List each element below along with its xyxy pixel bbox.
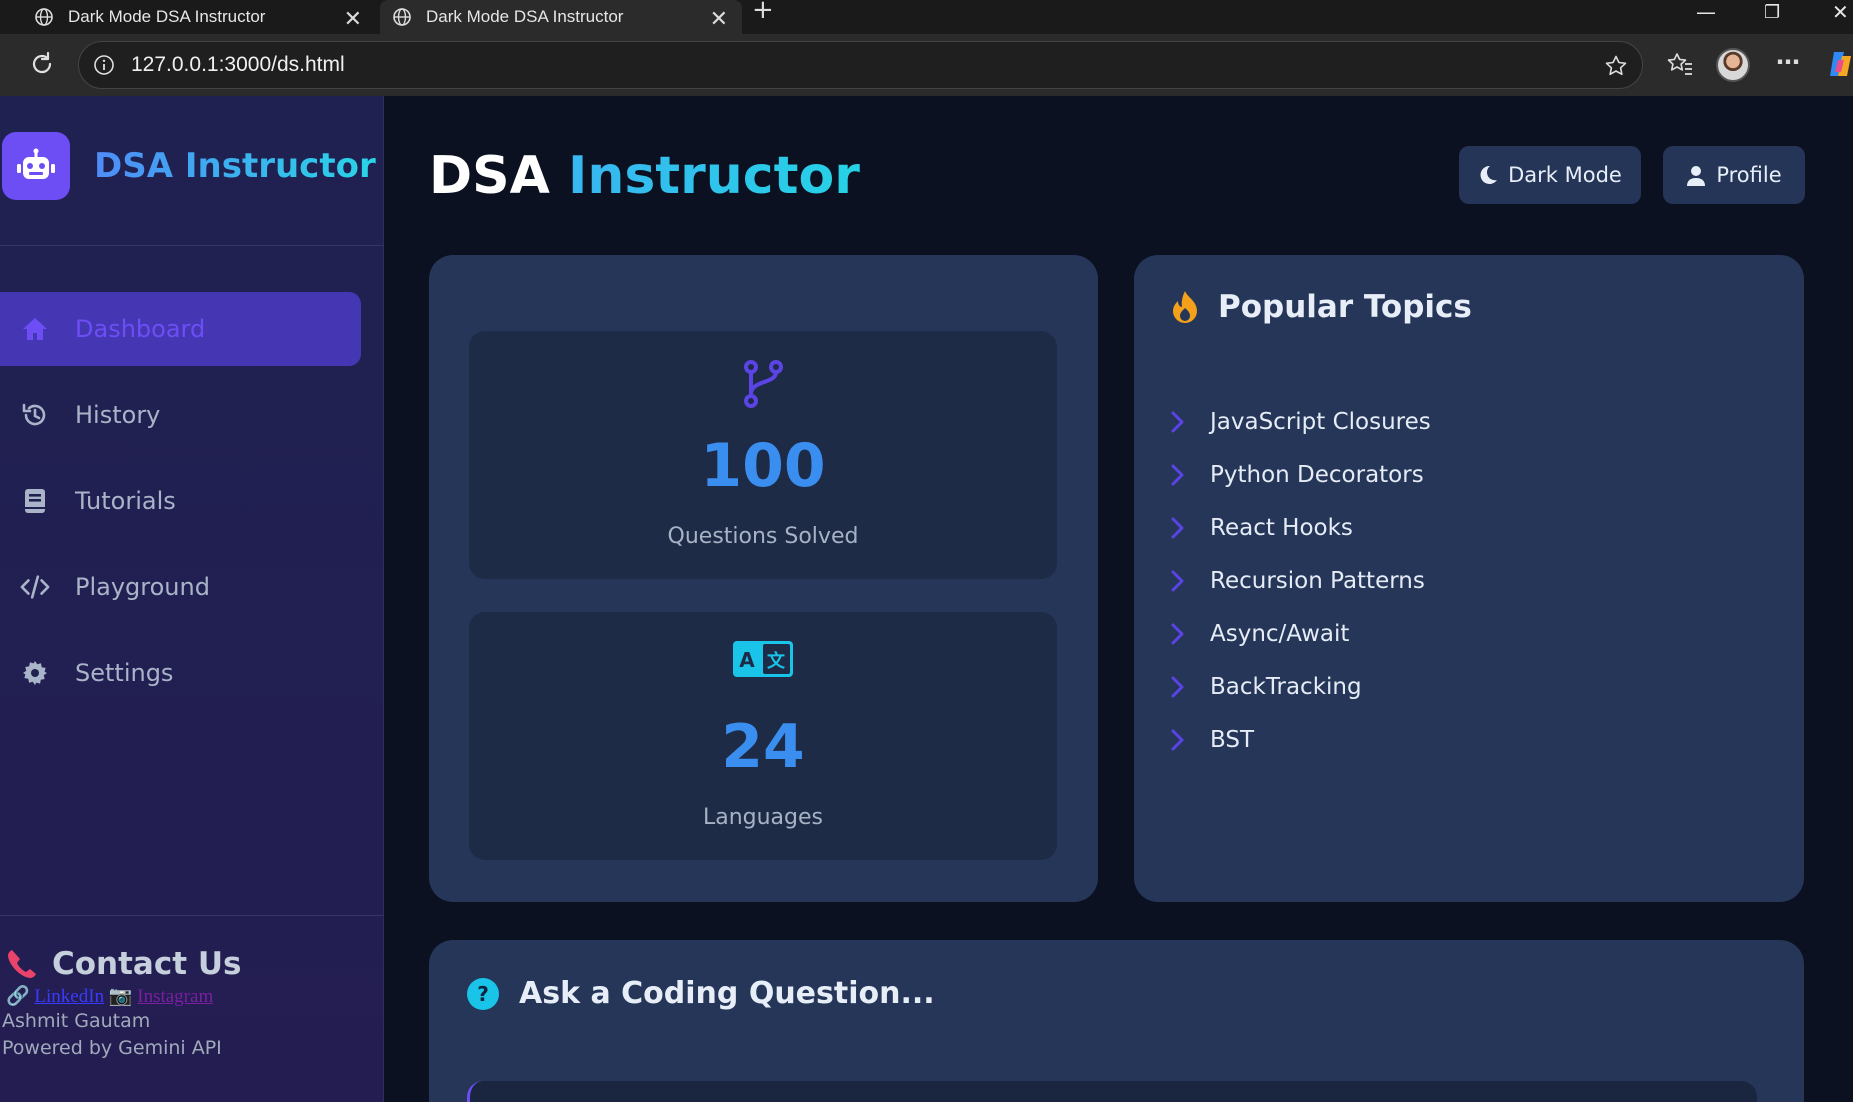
camera-icon: 📷 bbox=[108, 986, 133, 1007]
topic-item[interactable]: JavaScript Closures bbox=[1170, 395, 1431, 448]
robot-icon bbox=[2, 132, 70, 200]
chevron-right-icon bbox=[1170, 676, 1186, 698]
translate-icon: A文 bbox=[469, 640, 1057, 690]
history-icon bbox=[20, 400, 50, 430]
avatar[interactable] bbox=[1716, 48, 1750, 82]
sidebar-item-label: Dashboard bbox=[75, 315, 206, 343]
globe-icon bbox=[34, 7, 54, 27]
minimize-icon[interactable]: — bbox=[1696, 0, 1716, 24]
topic-list: JavaScript Closures Python Decorators Re… bbox=[1170, 395, 1431, 766]
topics-title: Popular Topics bbox=[1170, 289, 1472, 325]
sidebar-item-playground[interactable]: Playground bbox=[0, 550, 361, 624]
close-tab-icon[interactable]: ✕ bbox=[710, 6, 728, 32]
ask-title: ? Ask a Coding Question... bbox=[467, 976, 935, 1011]
stat-questions-solved: 100 Questions Solved bbox=[469, 331, 1057, 579]
chevron-right-icon bbox=[1170, 464, 1186, 486]
profile-button[interactable]: Profile bbox=[1663, 146, 1805, 204]
user-icon bbox=[1686, 165, 1706, 186]
favorite-star-icon[interactable] bbox=[1604, 54, 1628, 78]
stat-label: Languages bbox=[702, 805, 824, 830]
sidebar-item-history[interactable]: History bbox=[0, 378, 361, 452]
linkedin-link[interactable]: LinkedIn bbox=[34, 986, 104, 1007]
tab-title: Dark Mode DSA Instructor bbox=[68, 7, 266, 26]
phone-icon bbox=[6, 948, 38, 980]
stats-card: 100 Questions Solved A文 24 Languages bbox=[429, 255, 1098, 902]
gear-icon bbox=[20, 658, 50, 688]
sidebar: DSA Instructor Dashboard History Tutoria… bbox=[0, 96, 384, 1102]
contact-title: Contact Us bbox=[6, 946, 376, 982]
info-icon[interactable] bbox=[93, 54, 115, 76]
sidebar-item-label: Tutorials bbox=[75, 487, 176, 515]
globe-icon bbox=[392, 7, 412, 27]
branch-icon bbox=[469, 359, 1057, 409]
home-icon bbox=[20, 314, 50, 344]
chevron-right-icon bbox=[1170, 570, 1186, 592]
sidebar-item-label: Settings bbox=[75, 659, 174, 687]
sidebar-item-dashboard[interactable]: Dashboard bbox=[0, 292, 361, 366]
more-options-icon[interactable]: ⋯ bbox=[1776, 48, 1804, 76]
ask-question-card: ? Ask a Coding Question... bbox=[429, 940, 1804, 1102]
favorites-icon[interactable] bbox=[1666, 50, 1694, 78]
address-bar[interactable]: 127.0.0.1:3000/ds.html bbox=[78, 41, 1643, 89]
moon-icon bbox=[1478, 165, 1498, 185]
tab-title: Dark Mode DSA Instructor bbox=[426, 7, 624, 26]
instagram-link[interactable]: Instagram bbox=[137, 986, 213, 1007]
sidebar-item-settings[interactable]: Settings bbox=[0, 636, 361, 710]
brand[interactable]: DSA Instructor bbox=[2, 132, 376, 200]
close-window-icon[interactable]: ✕ bbox=[1832, 0, 1849, 24]
stat-label: Questions Solved bbox=[667, 524, 859, 549]
chevron-right-icon bbox=[1170, 729, 1186, 751]
page-title: DSA Instructor bbox=[429, 146, 860, 206]
topic-item[interactable]: BackTracking bbox=[1170, 660, 1431, 713]
brand-title: DSA Instructor bbox=[94, 146, 376, 186]
url-text: 127.0.0.1:3000/ds.html bbox=[131, 53, 345, 76]
restore-icon[interactable]: ❐ bbox=[1764, 2, 1780, 24]
browser-tab[interactable]: Dark Mode DSA Instructor ✕ bbox=[22, 0, 376, 34]
book-icon bbox=[20, 486, 50, 516]
new-tab-icon[interactable]: + bbox=[752, 0, 774, 23]
link-icon: 🔗 bbox=[6, 986, 30, 1007]
contact-section: Contact Us 🔗 LinkedIn 📷 Instagram Ashmit… bbox=[2, 946, 376, 1062]
sidebar-item-tutorials[interactable]: Tutorials bbox=[0, 464, 361, 538]
close-tab-icon[interactable]: ✕ bbox=[344, 6, 362, 32]
stat-value: 100 bbox=[700, 431, 826, 501]
topic-item[interactable]: BST bbox=[1170, 713, 1431, 766]
powered-by: Powered by Gemini API bbox=[2, 1037, 222, 1059]
browser-tab-active[interactable]: Dark Mode DSA Instructor ✕ bbox=[380, 0, 742, 34]
browser-toolbar: 127.0.0.1:3000/ds.html ⋯ bbox=[0, 34, 1853, 96]
topic-item[interactable]: React Hooks bbox=[1170, 501, 1431, 554]
stat-languages: A文 24 Languages bbox=[469, 612, 1057, 860]
copilot-icon[interactable] bbox=[1828, 50, 1853, 78]
stat-value: 24 bbox=[721, 712, 805, 782]
dark-mode-button[interactable]: Dark Mode bbox=[1459, 146, 1641, 204]
author-name: Ashmit Gautam bbox=[2, 1010, 151, 1032]
svg-text:A: A bbox=[739, 648, 755, 672]
question-input[interactable] bbox=[467, 1081, 1757, 1102]
topic-item[interactable]: Recursion Patterns bbox=[1170, 554, 1431, 607]
sidebar-item-label: Playground bbox=[75, 573, 210, 601]
browser-tab-bar: Dark Mode DSA Instructor ✕ Dark Mode DSA… bbox=[0, 0, 1853, 34]
chevron-right-icon bbox=[1170, 623, 1186, 645]
chevron-right-icon bbox=[1170, 411, 1186, 433]
chevron-right-icon bbox=[1170, 517, 1186, 539]
popular-topics-card: Popular Topics JavaScript Closures Pytho… bbox=[1134, 255, 1804, 902]
fire-icon bbox=[1170, 290, 1200, 324]
svg-text:文: 文 bbox=[767, 650, 786, 672]
code-icon bbox=[20, 572, 50, 602]
question-icon: ? bbox=[467, 977, 499, 1010]
divider bbox=[0, 245, 383, 246]
sidebar-nav: Dashboard History Tutorials Playground S… bbox=[0, 292, 361, 722]
divider bbox=[0, 915, 383, 916]
topic-item[interactable]: Async/Await bbox=[1170, 607, 1431, 660]
contact-links: 🔗 LinkedIn 📷 Instagram bbox=[6, 984, 376, 1008]
topic-item[interactable]: Python Decorators bbox=[1170, 448, 1431, 501]
sidebar-item-label: History bbox=[75, 401, 161, 429]
reload-icon[interactable] bbox=[28, 50, 56, 78]
